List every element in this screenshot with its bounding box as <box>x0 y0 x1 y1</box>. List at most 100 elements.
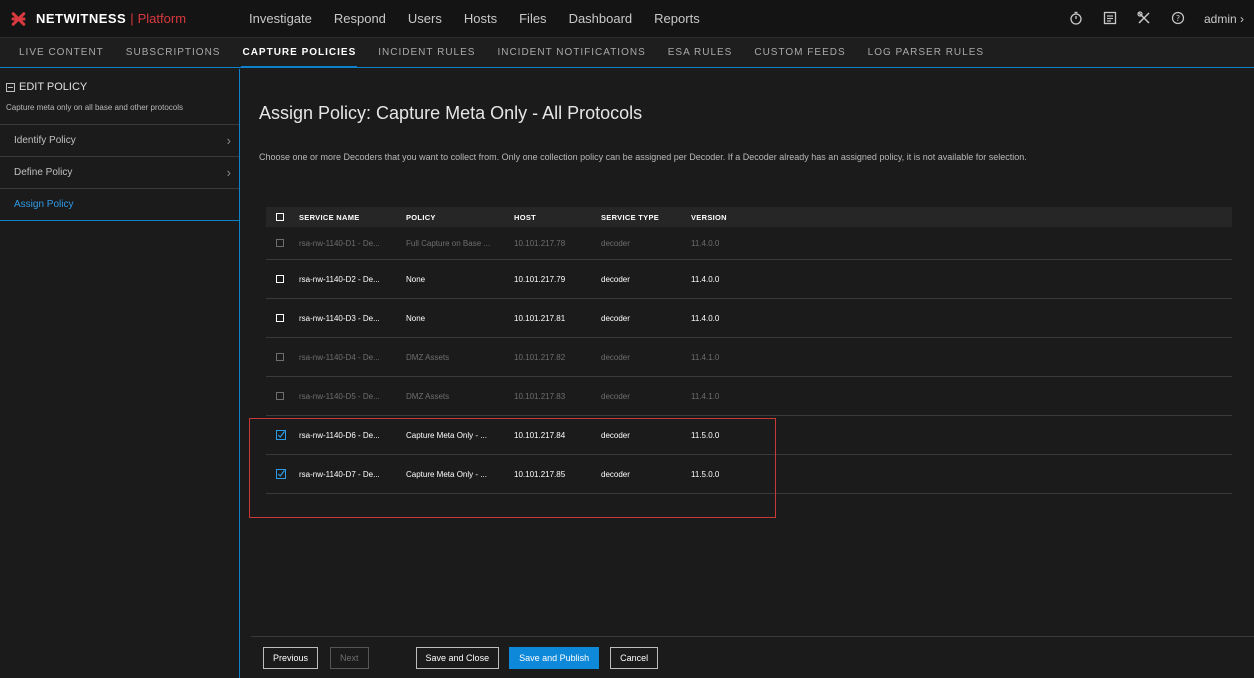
step-label: Define Policy <box>14 167 73 178</box>
help-icon[interactable]: ? <box>1170 11 1186 27</box>
service-name-cell: rsa-nw-1140-D2 - De... <box>299 274 380 284</box>
wizard-footer: Previous Next Save and Close Save and Pu… <box>251 636 1254 678</box>
table-row[interactable]: rsa-nw-1140-D7 - De... Capture Meta Only … <box>266 455 1232 494</box>
edit-policy-title: EDIT POLICY <box>19 81 88 93</box>
service-type-cell: decoder <box>601 274 630 284</box>
service-name-cell: rsa-nw-1140-D7 - De... <box>299 469 380 479</box>
chevron-right-icon: › <box>226 165 231 180</box>
row-checkbox <box>276 239 284 247</box>
step-identify-policy[interactable]: Identify Policy › <box>0 125 239 157</box>
save-and-publish-button[interactable]: Save and Publish <box>509 646 600 669</box>
service-type-cell: decoder <box>601 313 630 323</box>
top-navigation-bar: NETWITNESS | Platform Investigate Respon… <box>0 0 1254 38</box>
host-cell: 10.101.217.82 <box>514 352 566 362</box>
host-cell: 10.101.217.84 <box>514 430 566 440</box>
stopwatch-icon[interactable] <box>1068 11 1084 27</box>
nav-hosts[interactable]: Hosts <box>453 0 508 38</box>
host-cell: 10.101.217.85 <box>514 469 566 479</box>
service-type-cell: decoder <box>601 352 630 362</box>
service-name-cell: rsa-nw-1140-D1 - De... <box>299 238 380 248</box>
row-checkbox-checked[interactable] <box>276 430 286 440</box>
tab-live-content[interactable]: LIVE CONTENT <box>8 38 115 68</box>
nav-reports[interactable]: Reports <box>643 0 711 38</box>
brand-separator: | <box>130 11 134 26</box>
service-name-cell: rsa-nw-1140-D5 - De... <box>299 391 380 401</box>
decoder-table: SERVICE NAME POLICY HOST SERVICE TYPE VE… <box>266 207 1232 494</box>
cancel-button[interactable]: Cancel <box>610 646 659 669</box>
host-cell: 10.101.217.79 <box>514 274 566 284</box>
brand-name: NETWITNESS <box>36 11 127 26</box>
step-assign-policy[interactable]: Assign Policy <box>0 189 239 221</box>
main-content: Assign Policy: Capture Meta Only - All P… <box>241 69 1254 678</box>
table-row[interactable]: rsa-nw-1140-D6 - De... Capture Meta Only … <box>266 416 1232 455</box>
save-and-close-button[interactable]: Save and Close <box>415 646 500 669</box>
policy-cell: None <box>406 274 426 284</box>
select-all-checkbox[interactable] <box>276 213 284 221</box>
tab-incident-notifications[interactable]: INCIDENT NOTIFICATIONS <box>486 38 656 68</box>
tab-esa-rules[interactable]: ESA RULES <box>657 38 744 68</box>
policy-cell: None <box>406 313 426 323</box>
version-cell: 11.4.1.0 <box>691 352 720 362</box>
column-header-host[interactable]: HOST <box>514 213 601 222</box>
previous-button[interactable]: Previous <box>263 646 319 669</box>
version-cell: 11.4.0.0 <box>691 313 720 323</box>
service-name-cell: rsa-nw-1140-D4 - De... <box>299 352 380 362</box>
user-menu[interactable]: admin › <box>1204 12 1244 26</box>
netwitness-logo[interactable]: NETWITNESS | Platform <box>0 0 231 38</box>
policy-cell: DMZ Assets <box>406 391 450 401</box>
version-cell: 11.4.0.0 <box>691 238 720 248</box>
brand-platform: Platform <box>137 11 187 26</box>
table-row: rsa-nw-1140-D5 - De... DMZ Assets 10.101.2… <box>266 377 1232 416</box>
edit-policy-heading: EDIT POLICY <box>6 81 233 93</box>
user-name: admin <box>1203 11 1237 26</box>
host-cell: 10.101.217.83 <box>514 391 566 401</box>
step-label: Assign Policy <box>14 199 74 210</box>
tools-icon[interactable] <box>1136 10 1152 27</box>
tab-log-parser-rules[interactable]: LOG PARSER RULES <box>857 38 995 68</box>
nav-files[interactable]: Files <box>508 0 557 38</box>
checked-checkbox-icon <box>276 430 286 440</box>
nav-respond[interactable]: Respond <box>323 0 397 38</box>
table-body: rsa-nw-1140-D1 - De... Full Capture on Ba… <box>266 227 1232 494</box>
svg-text:?: ? <box>1176 14 1180 23</box>
notes-icon[interactable] <box>1102 11 1118 27</box>
step-label: Identify Policy <box>14 135 76 146</box>
next-button[interactable]: Next <box>330 646 369 669</box>
version-cell: 11.5.0.0 <box>691 469 720 479</box>
host-cell: 10.101.217.81 <box>514 313 566 323</box>
column-header-service-name[interactable]: SERVICE NAME <box>299 213 406 222</box>
row-checkbox[interactable] <box>276 314 284 322</box>
nav-investigate[interactable]: Investigate <box>231 0 323 38</box>
page-description: Choose one or more Decoders that you wan… <box>259 152 1027 162</box>
row-checkbox <box>276 353 284 361</box>
column-header-policy[interactable]: POLICY <box>406 213 514 222</box>
column-header-version[interactable]: VERSION <box>691 213 771 222</box>
row-checkbox-checked[interactable] <box>276 469 286 479</box>
nav-dashboard[interactable]: Dashboard <box>558 0 644 38</box>
admin-tabs: LIVE CONTENT SUBSCRIPTIONS CAPTURE POLIC… <box>0 38 1254 68</box>
policy-cell: Full Capture on Base ... <box>406 238 491 248</box>
tab-incident-rules[interactable]: INCIDENT RULES <box>367 38 486 68</box>
table-header: SERVICE NAME POLICY HOST SERVICE TYPE VE… <box>266 207 1232 227</box>
tab-subscriptions[interactable]: SUBSCRIPTIONS <box>115 38 232 68</box>
table-row[interactable]: rsa-nw-1140-D2 - De... None 10.101.217.79 d… <box>266 260 1232 299</box>
service-type-cell: decoder <box>601 430 630 440</box>
page-title: Assign Policy: Capture Meta Only - All P… <box>259 103 643 123</box>
netwitness-logo-icon <box>6 10 32 28</box>
column-header-service-type[interactable]: SERVICE TYPE <box>601 213 691 222</box>
service-type-cell: decoder <box>601 391 630 401</box>
host-cell: 10.101.217.78 <box>514 238 566 248</box>
row-checkbox[interactable] <box>276 275 284 283</box>
tab-capture-policies[interactable]: CAPTURE POLICIES <box>231 38 367 68</box>
step-define-policy[interactable]: Define Policy › <box>0 157 239 189</box>
table-row[interactable]: rsa-nw-1140-D3 - De... None 10.101.217.81 d… <box>266 299 1232 338</box>
chevron-right-icon: › <box>1240 11 1244 26</box>
row-checkbox <box>276 392 284 400</box>
version-cell: 11.4.0.0 <box>691 274 720 284</box>
wizard-sidebar: EDIT POLICY Capture meta only on all bas… <box>0 69 240 678</box>
tab-custom-feeds[interactable]: CUSTOM FEEDS <box>743 38 856 68</box>
policy-cell: DMZ Assets <box>406 352 450 362</box>
nav-users[interactable]: Users <box>397 0 453 38</box>
policy-description: Capture meta only on all base and other … <box>6 103 183 112</box>
chevron-right-icon: › <box>226 133 231 148</box>
